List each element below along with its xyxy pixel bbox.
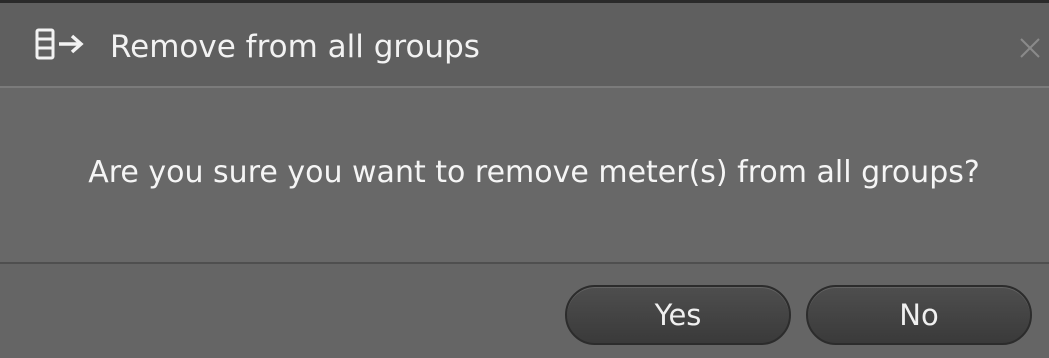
remove-from-group-icon xyxy=(34,28,90,62)
close-icon[interactable] xyxy=(1017,35,1043,61)
dialog-title: Remove from all groups xyxy=(110,29,480,65)
dialog-titlebar: Remove from all groups xyxy=(0,0,1049,88)
yes-button[interactable]: Yes xyxy=(565,285,791,345)
confirm-dialog: Remove from all groups Are you sure you … xyxy=(0,0,1049,358)
confirmation-message: Are you sure you want to remove meter(s)… xyxy=(88,155,980,190)
no-button[interactable]: No xyxy=(806,285,1032,345)
